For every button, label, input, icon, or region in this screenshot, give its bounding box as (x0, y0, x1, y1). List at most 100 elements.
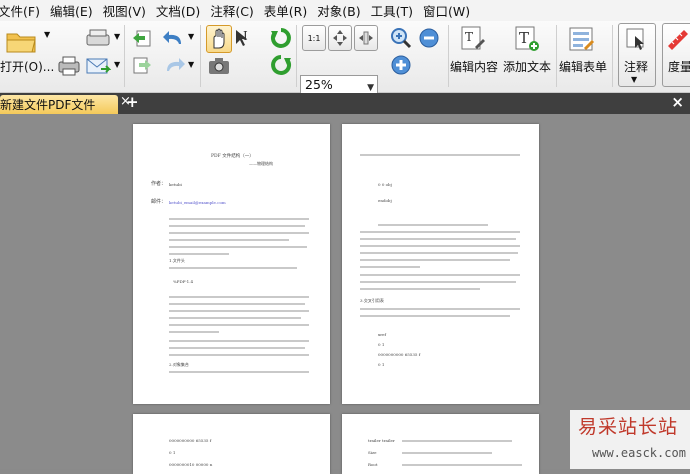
text-line (360, 231, 520, 233)
actual-size-button[interactable]: 1:1 (302, 25, 326, 51)
email-dropdown-icon[interactable]: ▼ (114, 60, 120, 69)
snapshot-button[interactable] (206, 54, 232, 78)
edit-content-icon: T (461, 26, 485, 50)
print-button[interactable] (56, 54, 82, 78)
svg-text:T: T (465, 30, 473, 44)
separator (296, 25, 297, 87)
comment-label[interactable]: 注释 (624, 58, 648, 75)
text-line (360, 315, 510, 317)
text-line (360, 308, 520, 310)
zoom-select[interactable]: 25% ▼ (300, 75, 378, 95)
text-line (169, 296, 309, 298)
rotate-left-button[interactable] (268, 26, 294, 50)
redo-dropdown-icon[interactable]: ▼ (188, 60, 194, 69)
author-name: ketubi (169, 182, 182, 187)
edit-content-button[interactable]: T (458, 24, 488, 54)
edit-form-button[interactable] (566, 24, 596, 54)
menu-view[interactable]: 视图(V) (103, 1, 156, 20)
code-line: 0000000000 65535 f (169, 438, 212, 443)
text-line (169, 246, 307, 248)
form-icon (569, 27, 595, 51)
close-document-button[interactable]: × (671, 93, 684, 111)
hand-tool-button[interactable] (206, 25, 232, 53)
zoom-value: 25% (305, 77, 333, 92)
comment-tool (622, 25, 650, 53)
text-line (169, 354, 309, 356)
menu-document[interactable]: 文档(D) (156, 1, 210, 20)
email-button[interactable] (84, 54, 112, 78)
text-line (169, 253, 229, 255)
menu-comment[interactable]: 注释(C) (210, 1, 263, 20)
edit-content-label[interactable]: 编辑内容 (450, 58, 498, 75)
edit-form-label[interactable]: 编辑表单 (559, 58, 607, 75)
zoom-in-button[interactable] (388, 53, 414, 77)
fit-width-button[interactable] (354, 25, 378, 51)
dropdown-icon[interactable]: ▼ (44, 30, 50, 39)
code-line: xref (378, 332, 387, 337)
hand-icon (213, 28, 225, 49)
page-thumbnail: PDF 文件结构（一） ——物理结构 作者： ketubi 邮件： ketubi… (133, 124, 330, 404)
page-thumbnail: trailer trailer Size Root (342, 414, 539, 474)
separator (200, 25, 201, 87)
menu-window[interactable]: 窗口(W) (423, 1, 480, 20)
minus-circle-icon (419, 28, 439, 48)
rotate-right-button[interactable] (268, 53, 294, 77)
measure-tool (666, 26, 690, 52)
text-line (360, 259, 510, 261)
menu-file[interactable]: 文件(F) (0, 1, 50, 20)
text-line (169, 303, 305, 305)
separator (448, 25, 449, 87)
zoom-out-button[interactable] (416, 26, 442, 50)
rotate-ccw-icon (270, 28, 291, 48)
forward-button[interactable] (130, 54, 154, 76)
separator (612, 25, 613, 87)
undo-button[interactable] (160, 27, 188, 49)
open-label[interactable]: 打开(O)... (0, 58, 54, 75)
text-line (169, 331, 219, 333)
new-tab-button[interactable]: + (126, 93, 139, 111)
back-button[interactable] (130, 27, 154, 49)
menu-tools[interactable]: 工具(T) (371, 1, 423, 20)
open-button[interactable] (4, 27, 38, 55)
text-line (169, 317, 301, 319)
scan-dropdown-icon[interactable]: ▼ (114, 32, 120, 41)
text-line (169, 310, 309, 312)
text-line (360, 238, 516, 240)
code-line: trailer trailer (368, 438, 395, 443)
code-line: %PDF-1.4 (173, 279, 194, 284)
text-line (169, 232, 309, 234)
fit-width-icon (359, 31, 373, 45)
text-line (360, 288, 480, 290)
text-line (169, 347, 305, 349)
undo-dropdown-icon[interactable]: ▼ (188, 32, 194, 41)
select-cursor-icon: I (236, 29, 248, 46)
add-text-label[interactable]: 添加文本 (503, 58, 551, 75)
tab-document[interactable]: 新建文件PDF文件 (0, 95, 118, 114)
section-title: 1.文件头 (169, 258, 185, 263)
select-text-button[interactable]: I (232, 25, 258, 51)
code-line: endobj (378, 198, 392, 203)
text-line (402, 464, 522, 466)
add-text-button[interactable]: T (512, 24, 542, 54)
arrow-right-icon (133, 57, 151, 74)
code-line: 0 1 (378, 342, 385, 347)
fit-page-button[interactable] (328, 25, 352, 51)
arrow-left-icon (133, 30, 151, 47)
email-label: 邮件： (151, 199, 167, 205)
code-line: Size (368, 450, 377, 455)
text-line (360, 154, 520, 156)
code-line: 0000000000 65535 f (378, 352, 421, 357)
zoom-in-tool-button[interactable] (388, 26, 414, 50)
page-heading: PDF 文件结构（一） (211, 154, 254, 159)
redo-button[interactable] (160, 54, 188, 76)
scan-button[interactable] (84, 26, 112, 50)
watermark: 易采站长站 www.easck.com (570, 410, 690, 469)
tab-bar: 新建文件PDF文件 × + × (0, 93, 690, 114)
measure-label[interactable]: 度量 (668, 58, 690, 75)
menu-form[interactable]: 表单(R) (264, 1, 317, 20)
menu-edit[interactable]: 编辑(E) (50, 1, 103, 20)
comment-dropdown-icon[interactable]: ▼ (631, 75, 637, 84)
menu-object[interactable]: 对象(B) (317, 1, 370, 20)
watermark-title: 易采站长站 (578, 416, 679, 438)
author-label: 作者： (151, 181, 167, 187)
